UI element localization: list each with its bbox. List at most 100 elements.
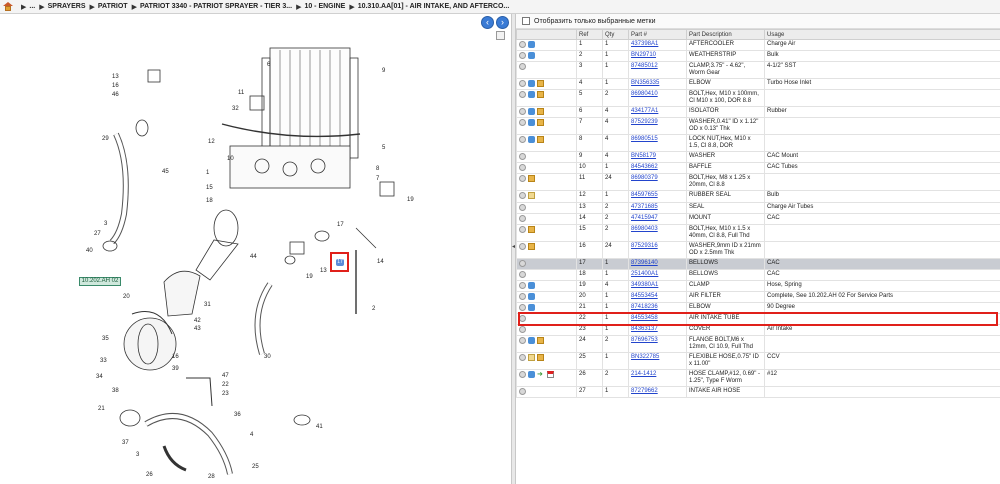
table-row[interactable]: 7 4 87529239 WASHER,0.41" ID x 1.12" OD x 0… <box>516 117 1000 136</box>
part-number-link[interactable]: 84597655 <box>628 190 687 203</box>
part-number-link[interactable]: BN322785 <box>628 352 687 371</box>
table-row[interactable]: ➜ 26 2 214-1412 HOSE CLAMP,#12, 0.69" - 1.25… <box>516 369 1000 388</box>
table-row[interactable]: 11 24 86980379 BOLT,Hex, M8 x 1.25 x 20mm, … <box>516 173 1000 192</box>
info-icon[interactable] <box>528 304 535 312</box>
info-icon[interactable] <box>528 41 535 48</box>
part-number-link[interactable]: 87279662 <box>628 386 687 399</box>
detail-icon[interactable] <box>519 388 526 396</box>
package-icon[interactable] <box>528 225 535 233</box>
table-row[interactable]: 21 1 87418236 ELBOW 90 Degree <box>516 302 1000 315</box>
replace-arrow-icon[interactable]: ➜ <box>537 371 545 378</box>
part-number-link[interactable]: 86980403 <box>631 226 658 232</box>
detail-icon[interactable] <box>519 292 526 300</box>
part-number-link[interactable]: 434177A1 <box>631 108 658 114</box>
table-row[interactable]: 8 4 86980515 LOCK NUT,Hex, M10 x 1.5, Cl 8.… <box>516 134 1000 153</box>
part-number-link[interactable]: 87696753 <box>631 337 658 343</box>
part-number-link[interactable]: BN29710 <box>631 52 656 58</box>
table-row[interactable]: 18 1 251400A1 BELLOWS CAC <box>516 268 1000 281</box>
part-number-link[interactable]: 86980410 <box>631 91 658 97</box>
part-number-link[interactable]: 47371685 <box>631 204 658 210</box>
part-number-link[interactable]: 84363137 <box>631 326 658 332</box>
col-header-qty[interactable]: Qty <box>602 29 629 40</box>
info-icon[interactable] <box>528 292 535 300</box>
detail-icon[interactable] <box>519 153 526 161</box>
col-header-usage[interactable]: Usage <box>764 29 1000 40</box>
package-icon[interactable] <box>528 242 535 250</box>
home-icon[interactable] <box>3 2 13 11</box>
part-number-link[interactable]: BN58179 <box>631 153 656 159</box>
detail-icon[interactable] <box>519 108 526 116</box>
table-row[interactable]: 23 1 84363137 COVER Air Intake <box>516 324 1000 337</box>
col-header-part[interactable]: Part # <box>628 29 687 40</box>
table-row[interactable]: 27 1 87279662 INTAKE AIR HOSE <box>516 386 1000 399</box>
info-icon[interactable] <box>528 281 535 289</box>
table-row[interactable]: 15 2 86980403 BOLT,Hex, M10 x 1.5 x 40mm, C… <box>516 223 1000 242</box>
detail-icon[interactable] <box>519 304 526 312</box>
table-row[interactable]: 2 1 BN29710 WEATHERSTRIP Bulk <box>516 50 1000 63</box>
part-number-link[interactable]: 87418236 <box>628 302 687 315</box>
part-number-link[interactable]: 214-1412 <box>631 371 656 377</box>
breadcrumb-label[interactable]: SPRAYERS <box>48 3 86 10</box>
table-row[interactable]: 20 1 84553454 AIR FILTER Complete, See 10.20… <box>516 290 1000 304</box>
note-icon[interactable] <box>528 192 535 200</box>
part-number-link[interactable]: 87418236 <box>631 304 658 310</box>
table-row[interactable]: 22 1 84553458 AIR INTAKE TUBE <box>516 313 1000 326</box>
part-number-link[interactable]: BN58179 <box>628 151 687 164</box>
detail-icon[interactable] <box>519 337 526 345</box>
part-number-link[interactable]: BN322785 <box>631 354 659 360</box>
part-number-link[interactable]: BN29710 <box>628 50 687 63</box>
table-row[interactable]: 3 1 87485012 CLAMP,3.75" - 4.62", Worm Gear… <box>516 61 1000 80</box>
detail-icon[interactable] <box>519 315 526 323</box>
detail-icon[interactable] <box>519 80 526 88</box>
breadcrumb-label[interactable]: PATRIOT <box>98 3 128 10</box>
table-row[interactable]: 17 1 87396140 BELLOWS CAC <box>516 257 1000 270</box>
part-number-link[interactable]: 434177A1 <box>628 106 687 119</box>
flag-icon[interactable] <box>547 371 554 379</box>
detail-icon[interactable] <box>519 259 526 267</box>
package-icon[interactable] <box>537 91 544 99</box>
part-number-link[interactable]: 84553454 <box>628 290 687 304</box>
breadcrumb-item[interactable]: ▶ PATRIOT <box>86 3 128 11</box>
part-number-link[interactable]: 86980379 <box>631 175 658 181</box>
info-icon[interactable] <box>528 119 535 127</box>
breadcrumb-label[interactable]: PATRIOT 3340 - PATRIOT SPRAYER - TIER 3.… <box>140 3 292 10</box>
table-row[interactable]: 4 1 BN356335 ELBOW Turbo Hose Inlet <box>516 78 1000 91</box>
part-number-link[interactable]: 437398A1 <box>628 38 687 52</box>
table-row[interactable]: 5 2 86980410 BOLT,Hex, M10 x 100mm, Cl M10 … <box>516 89 1000 108</box>
info-icon[interactable] <box>528 108 535 116</box>
detail-icon[interactable] <box>519 371 526 379</box>
table-row[interactable]: 12 1 84597655 RUBBER SEAL Bulb <box>516 190 1000 203</box>
info-icon[interactable] <box>528 91 535 99</box>
part-number-link[interactable]: 214-1412 <box>628 369 687 388</box>
part-number-link[interactable]: 349380A1 <box>628 279 687 292</box>
note-icon[interactable] <box>528 354 535 362</box>
breadcrumb-item[interactable]: ▶ PATRIOT 3340 - PATRIOT SPRAYER - TIER 3… <box>128 3 292 11</box>
part-number-link[interactable]: 87485012 <box>628 61 687 80</box>
part-number-link[interactable]: 87396140 <box>631 260 658 266</box>
detail-icon[interactable] <box>519 63 526 71</box>
part-number-link[interactable]: 87529239 <box>631 119 658 125</box>
info-icon[interactable] <box>528 52 535 60</box>
breadcrumb-item[interactable]: ▶ SPRAYERS <box>35 3 85 11</box>
part-number-link[interactable]: 87485012 <box>631 63 658 69</box>
part-number-link[interactable]: 86980515 <box>628 134 687 153</box>
table-row[interactable]: 9 4 BN58179 WASHER CAC Mount <box>516 151 1000 164</box>
detail-icon[interactable] <box>519 242 526 250</box>
detail-icon[interactable] <box>519 52 526 60</box>
package-icon[interactable] <box>537 337 544 345</box>
breadcrumb-item[interactable]: ▶... <box>17 3 35 11</box>
part-number-link[interactable]: 87529239 <box>628 117 687 136</box>
package-icon[interactable] <box>528 175 535 183</box>
detail-icon[interactable] <box>519 119 526 127</box>
detail-icon[interactable] <box>519 91 526 99</box>
detail-icon[interactable] <box>519 281 526 289</box>
info-icon[interactable] <box>528 371 535 379</box>
part-number-link[interactable]: 84363137 <box>628 324 687 337</box>
reference-callout[interactable]: 10.202.AH 02 <box>79 277 121 286</box>
detail-icon[interactable] <box>519 203 526 211</box>
part-number-link[interactable]: 84543662 <box>631 164 658 170</box>
part-number-link[interactable]: 84543662 <box>628 162 687 175</box>
table-row[interactable]: 16 24 87529316 WASHER,9mm ID x 21mm OD x 2.… <box>516 240 1000 259</box>
detail-icon[interactable] <box>519 326 526 334</box>
part-number-link[interactable]: 86980515 <box>631 136 658 142</box>
